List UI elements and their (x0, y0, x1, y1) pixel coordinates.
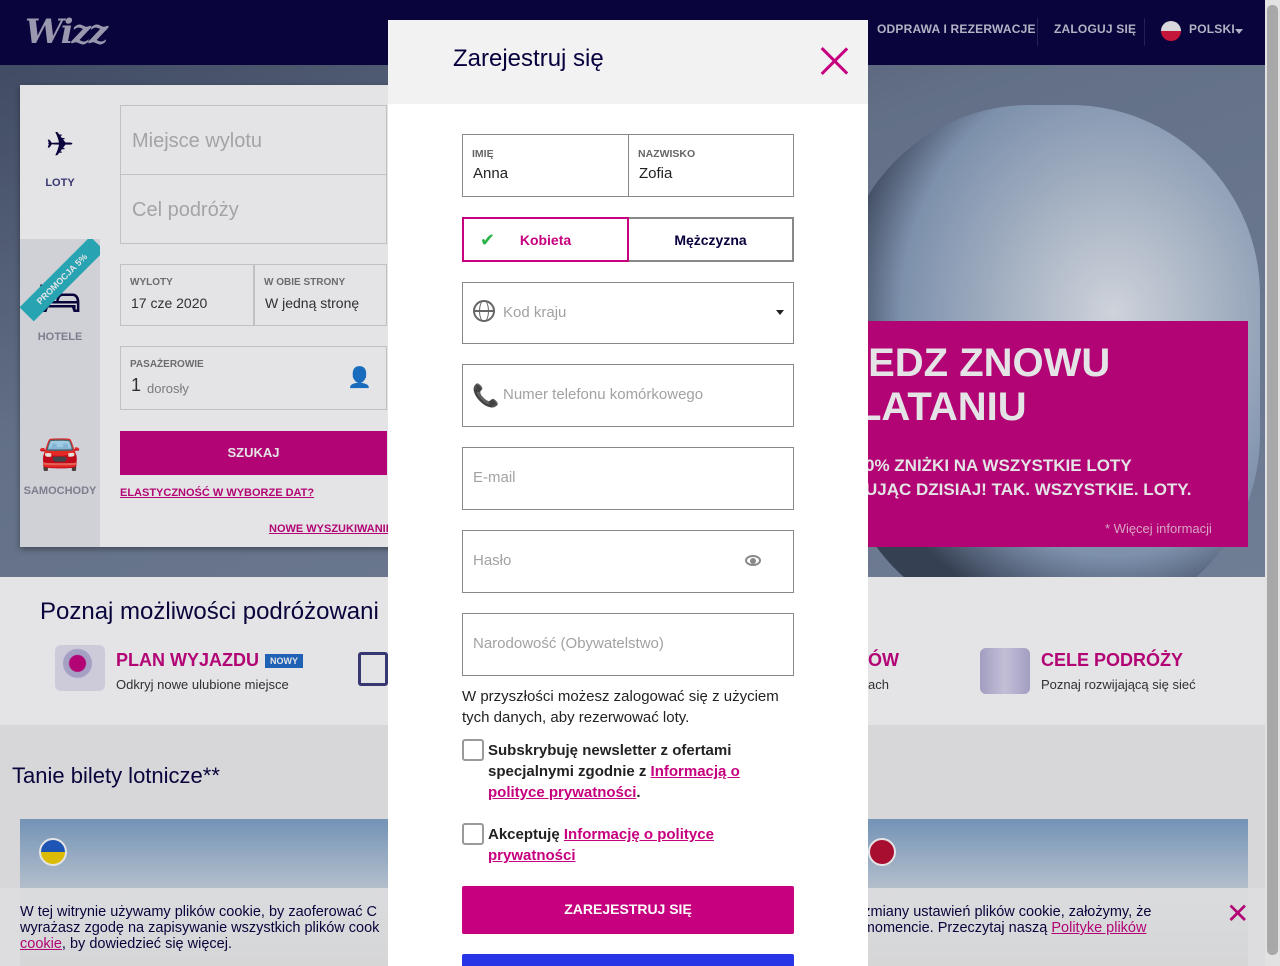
register-button[interactable]: ZAREJESTRUJ SIĘ (462, 886, 794, 934)
social-login-button[interactable] (462, 954, 794, 966)
email-input[interactable]: E-mail (462, 447, 794, 510)
newsletter-label: Subskrybuję newsletter z ofertami specja… (488, 742, 740, 801)
last-name-label: NAZWISKO (638, 148, 696, 160)
country-code-select[interactable]: Kod kraju (462, 282, 794, 344)
nationality-placeholder: Narodowość (Obywatelstwo) (473, 635, 664, 652)
country-code-placeholder: Kod kraju (503, 304, 567, 321)
modal-header: Zarejestruj się (388, 20, 868, 104)
password-placeholder: Hasło (473, 552, 512, 569)
phone-placeholder: Numer telefonu komórkowego (503, 386, 704, 403)
gender-male-label: Mężczyzna (674, 232, 747, 248)
first-name-value: Anna (473, 165, 509, 182)
close-icon[interactable] (820, 46, 850, 76)
register-modal: Zarejestruj się IMIĘ Anna NAZWISKO Zofia ✔… (388, 20, 868, 966)
last-name-value: Zofia (639, 165, 673, 182)
accept-policy-checkbox[interactable] (462, 823, 484, 845)
chevron-down-icon (776, 310, 784, 319)
scrollbar-thumb[interactable] (1267, 5, 1278, 955)
globe-icon (473, 300, 495, 322)
nationality-input[interactable]: Narodowość (Obywatelstwo) (462, 613, 794, 676)
gender-female-label: Kobieta (519, 232, 572, 248)
first-name-label: IMIĘ (472, 148, 494, 160)
modal-title: Zarejestruj się (453, 45, 604, 72)
check-icon: ✔ (480, 230, 496, 250)
phone-icon: 📞 (472, 383, 500, 408)
gender-male-button[interactable]: Mężczyzna (628, 217, 794, 262)
accept-text: Akceptuję (488, 826, 560, 843)
newsletter-checkbox[interactable] (462, 739, 484, 761)
gender-female-button[interactable]: ✔ Kobieta (462, 217, 629, 262)
first-name-field[interactable]: IMIĘ Anna (462, 134, 629, 197)
phone-input[interactable]: 📞 Numer telefonu komórkowego (462, 364, 794, 427)
accept-policy-label: Akceptuję Informację o polityce prywatno… (488, 824, 758, 866)
last-name-field[interactable]: NAZWISKO Zofia (628, 134, 794, 197)
eye-icon[interactable] (745, 555, 761, 566)
email-placeholder: E-mail (473, 469, 516, 486)
password-input[interactable]: Hasło (462, 530, 794, 593)
login-info-text: W przyszłości możesz zalogować się z uży… (462, 688, 779, 726)
